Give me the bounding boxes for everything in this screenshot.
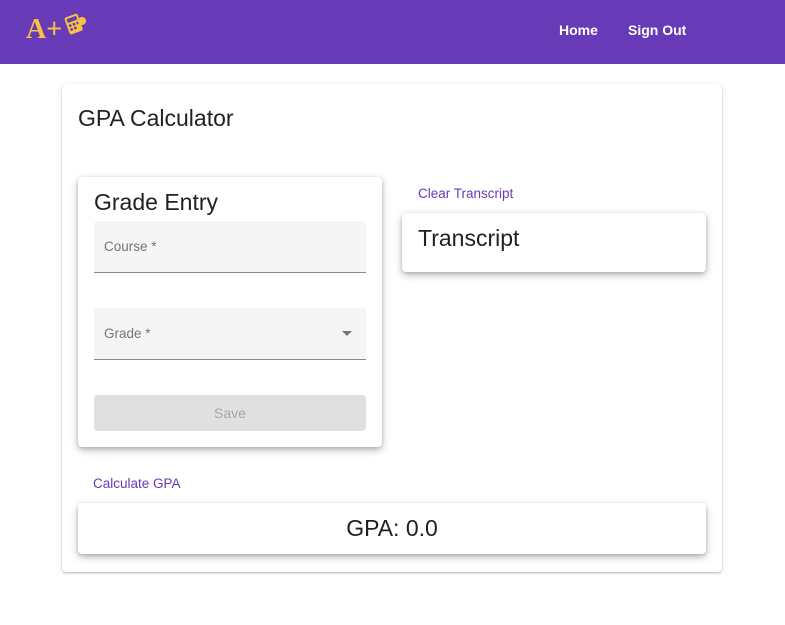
transcript-card: Transcript: [402, 213, 706, 272]
transcript-title: Transcript: [418, 225, 520, 251]
gpa-result-card: GPA: 0.0: [78, 503, 706, 554]
a-plus-calculator-logo-icon[interactable]: A+: [26, 10, 88, 45]
dropdown-caret-icon: [342, 331, 352, 336]
clear-transcript-button[interactable]: Clear Transcript: [418, 186, 513, 201]
grade-entry-title: Grade Entry: [94, 189, 218, 215]
app-bar: A+ Home Sign Out: [0, 0, 785, 64]
gpa-calculator-card: GPA Calculator Grade Entry Course * Grad…: [62, 84, 722, 572]
course-input-label: Course *: [104, 239, 157, 254]
course-input[interactable]: Course *: [94, 221, 366, 273]
nav-sign-out-link[interactable]: Sign Out: [628, 22, 686, 42]
save-button[interactable]: Save: [94, 395, 366, 431]
logo-text: A+: [26, 14, 62, 44]
calculate-gpa-button[interactable]: Calculate GPA: [93, 476, 181, 491]
gpa-result-text: GPA: 0.0: [346, 515, 438, 541]
nav-home-link[interactable]: Home: [559, 22, 598, 42]
grade-entry-card: Grade Entry Course * Grade * Save: [78, 177, 382, 447]
page-title: GPA Calculator: [78, 105, 234, 131]
grade-select[interactable]: Grade *: [94, 308, 366, 360]
grade-select-label: Grade *: [104, 326, 151, 341]
